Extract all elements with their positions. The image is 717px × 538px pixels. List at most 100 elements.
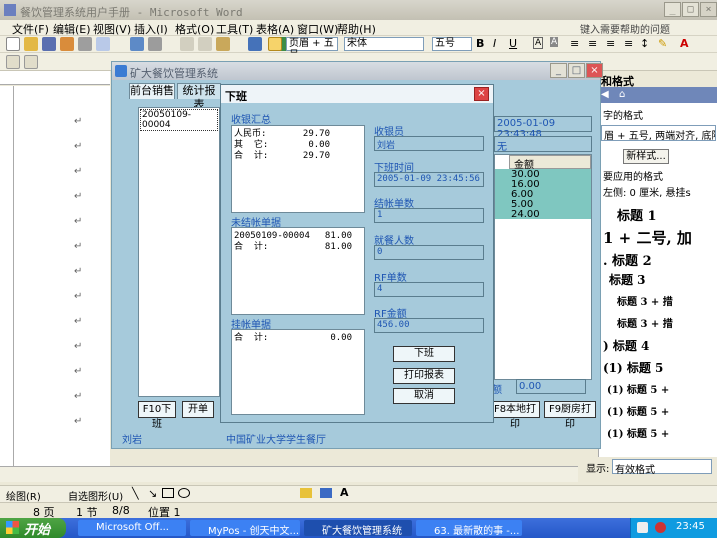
off-duty-button[interactable]: 下班: [393, 346, 455, 362]
document-page[interactable]: ↵ ↵ ↵ ↵ ↵ ↵ ↵ ↵ ↵ ↵ ↵ ↵ ↵: [14, 86, 110, 466]
local-print-button[interactable]: F8本地打印: [490, 401, 540, 430]
grid-cell[interactable]: 16.00: [495, 179, 591, 190]
taskbar-item[interactable]: Microsoft Off...: [78, 520, 186, 536]
save-icon[interactable]: [42, 37, 56, 51]
permission-icon[interactable]: [60, 37, 74, 51]
print-report-button[interactable]: 打印报表: [393, 368, 455, 384]
menu-edit[interactable]: 编辑(E): [53, 21, 91, 37]
spelling-icon[interactable]: [130, 37, 144, 51]
grid-cell[interactable]: 6.00: [495, 189, 591, 200]
style-select[interactable]: 页眉 + 五号: [286, 37, 338, 61]
line-color-icon[interactable]: [320, 488, 332, 498]
app-close-button[interactable]: ×: [586, 63, 603, 78]
taskbar-item[interactable]: MyPos - 创天中文...: [190, 520, 300, 536]
menu-view[interactable]: 视图(V): [93, 21, 131, 37]
pane-item[interactable]: 1 + 二号, 加: [603, 227, 692, 248]
italic-icon[interactable]: I: [493, 37, 496, 50]
font-select[interactable]: 宋体: [344, 37, 424, 51]
horizontal-scrollbar[interactable]: [0, 466, 578, 482]
oval-icon[interactable]: [178, 488, 190, 498]
pane-item[interactable]: 标题 1: [617, 205, 657, 224]
taskbar-item-active[interactable]: 矿大餐饮管理系统: [304, 520, 412, 536]
back-icon[interactable]: ◀: [601, 89, 609, 100]
print-preview-icon[interactable]: [96, 37, 110, 51]
pane-item[interactable]: (1) 标题 5: [603, 359, 663, 376]
help-search-input[interactable]: 键入需要帮助的问题: [580, 21, 710, 36]
tab-reports[interactable]: 统计报表: [177, 83, 221, 111]
close-button[interactable]: ×: [700, 2, 717, 17]
menu-help[interactable]: 帮助(H): [337, 21, 376, 37]
grid-cell[interactable]: 24.00: [495, 209, 591, 220]
start-button[interactable]: 开始: [0, 518, 66, 538]
pane-item[interactable]: ) 标题 4: [603, 337, 649, 354]
pane-item[interactable]: 标题 3 + 措: [617, 315, 673, 330]
menu-window[interactable]: 窗口(W): [297, 21, 338, 37]
pane-item[interactable]: 标题 3 + 措: [617, 293, 673, 308]
undo-icon[interactable]: [248, 37, 262, 51]
pane-show-select[interactable]: 有效格式: [612, 459, 712, 476]
new-doc-icon[interactable]: [6, 37, 20, 51]
char-shading-icon[interactable]: A: [550, 37, 559, 47]
app-minimize-button[interactable]: _: [550, 63, 567, 78]
home-icon[interactable]: ⌂: [619, 89, 625, 100]
research-icon[interactable]: [148, 37, 162, 51]
line-spacing-icon[interactable]: ↕: [640, 37, 649, 50]
rectangle-icon[interactable]: [162, 488, 174, 498]
draw-menu[interactable]: 绘图(R): [6, 488, 41, 503]
menu-file[interactable]: 文件(F): [12, 21, 49, 37]
item-grid[interactable]: 金额 30.00 16.00 6.00 5.00 24.00: [494, 154, 592, 380]
menu-table[interactable]: 表格(A): [256, 21, 294, 37]
pane-item[interactable]: 标题 3: [609, 271, 646, 288]
summary-box: 人民币: 29.70 其 它: 0.00 合 计: 29.70: [231, 125, 365, 213]
paste-icon[interactable]: [216, 37, 230, 51]
cancel-button[interactable]: 取消: [393, 388, 455, 404]
open-bill-button[interactable]: 开单: [182, 401, 214, 418]
align-right-icon[interactable]: ≡: [606, 37, 615, 50]
pane-selected-value[interactable]: 眉 + 五号, 两端对齐, 底除: [601, 125, 716, 141]
pane-item[interactable]: (1) 标题 5 +: [607, 403, 669, 418]
font-color-draw-icon[interactable]: A: [340, 486, 349, 499]
kitchen-print-button[interactable]: F9厨房打印: [544, 401, 596, 430]
menu-format[interactable]: 格式(O): [175, 21, 214, 37]
font-size-select[interactable]: 五号: [432, 37, 472, 51]
order-list[interactable]: 20050109-00004: [138, 107, 220, 397]
fill-color-icon[interactable]: [300, 488, 312, 498]
align-center-icon[interactable]: ≡: [588, 37, 597, 50]
new-style-button[interactable]: 新样式...: [623, 149, 669, 164]
arrow-icon[interactable]: ↘: [148, 487, 157, 500]
pane-item[interactable]: 左侧: 0 厘米, 悬挂s: [603, 184, 691, 199]
line-icon[interactable]: ╲: [132, 487, 139, 500]
app-maximize-button[interactable]: □: [568, 63, 585, 78]
maximize-button[interactable]: □: [682, 2, 699, 17]
print-icon[interactable]: [78, 37, 92, 51]
pane-item[interactable]: (1) 标题 5 +: [607, 381, 669, 396]
tray-icon[interactable]: [637, 522, 648, 533]
cut-icon[interactable]: [180, 37, 194, 51]
styles-pane-icon[interactable]: [268, 37, 282, 51]
menu-tools[interactable]: 工具(T): [216, 21, 253, 37]
pane-item[interactable]: . 标题 2: [603, 250, 652, 269]
tray-security-icon[interactable]: [655, 522, 666, 533]
autoshape-menu[interactable]: 自选图形(U): [68, 488, 123, 503]
tab-front-sales[interactable]: 前台销售: [129, 83, 175, 99]
open-folder-icon[interactable]: [24, 37, 38, 51]
justify-icon[interactable]: ≡: [624, 37, 633, 50]
copy-icon[interactable]: [198, 37, 212, 51]
grid-cell[interactable]: 30.00: [495, 169, 591, 180]
f10-off-button[interactable]: F10下班: [138, 401, 176, 430]
underline-icon[interactable]: U: [509, 37, 517, 50]
pane-item[interactable]: (1) 标题 5 +: [607, 425, 669, 440]
bold-icon[interactable]: B: [476, 37, 484, 50]
minimize-button[interactable]: _: [664, 2, 681, 17]
align-left-icon[interactable]: ≡: [570, 37, 579, 50]
grid-cell[interactable]: 5.00: [495, 199, 591, 210]
char-border-icon[interactable]: A: [533, 37, 544, 49]
tb-extra-icon[interactable]: [6, 55, 20, 69]
order-list-item[interactable]: 20050109-00004: [140, 109, 218, 131]
taskbar-item[interactable]: 63. 最新散的事 -...: [416, 520, 522, 536]
dialog-close-button[interactable]: ×: [474, 87, 489, 101]
tb-extra2-icon[interactable]: [24, 55, 38, 69]
highlight-icon[interactable]: ✎: [658, 37, 667, 50]
menu-insert[interactable]: 插入(I): [134, 21, 168, 37]
font-color-icon[interactable]: A: [680, 37, 689, 50]
